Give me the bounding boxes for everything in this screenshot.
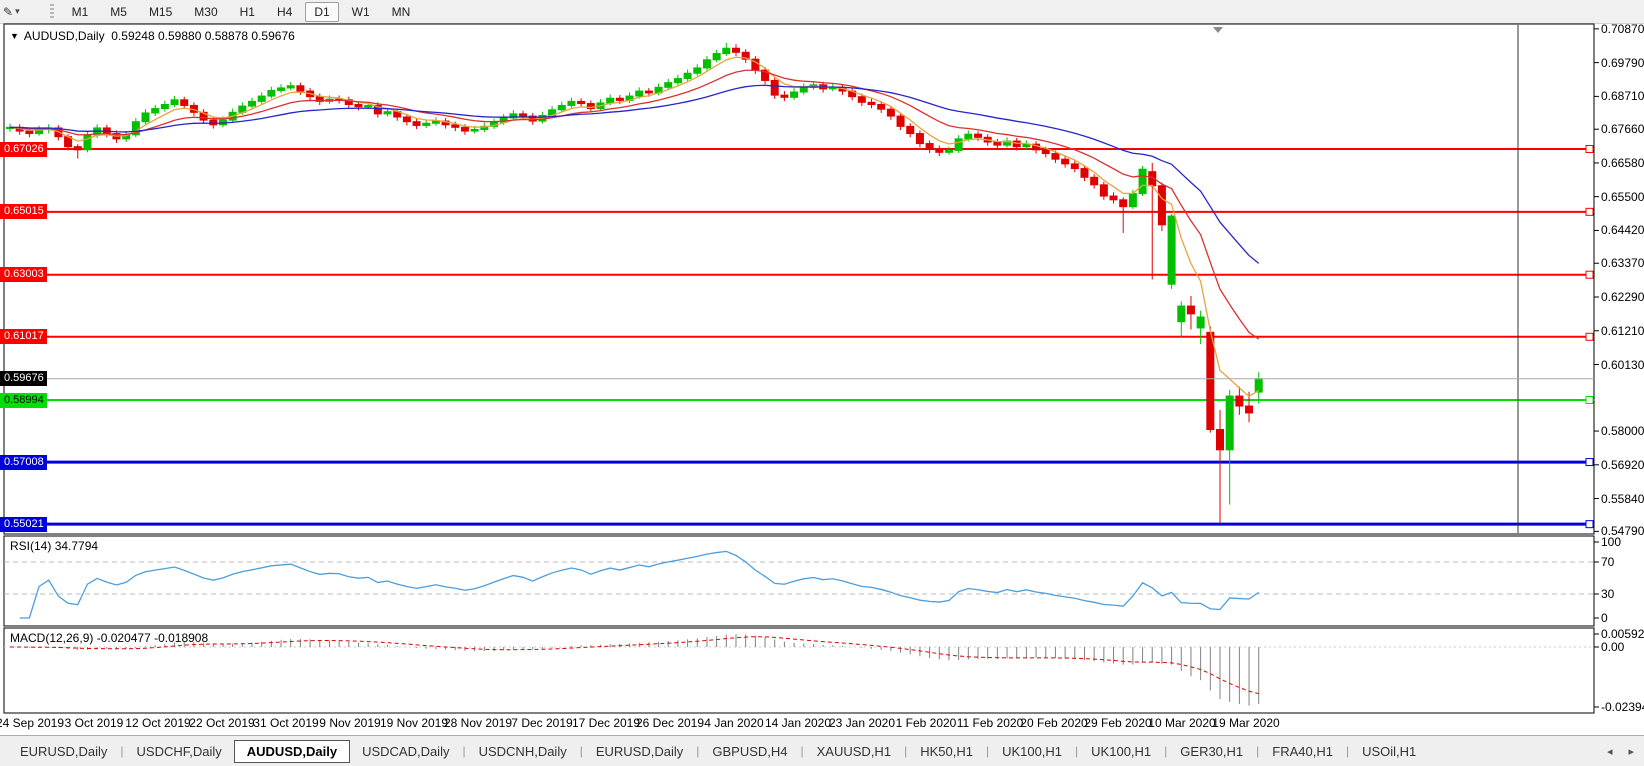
date-axis-label: 20 Feb 2020 [1020,716,1087,730]
price-tick-label: 0.70870 [1601,22,1644,36]
tab-usdchf-daily[interactable]: USDCHF,Daily [125,741,234,762]
current-price-box: 0.59676 [0,371,47,386]
macd-value: -0.020477 -0.018908 [97,631,208,645]
chart-symbol-label: AUDUSD,Daily [24,29,105,43]
level-price-box: 0.63003 [0,267,47,282]
tab-separator: | [1075,744,1078,758]
date-axis-label: 22 Oct 2019 [189,716,254,730]
macd-indicator-label: MACD(12,26,9) -0.020477 -0.018908 [10,631,208,645]
date-axis-label: 9 Nov 2019 [319,716,380,730]
rsi-tick-label: 70 [1601,555,1614,569]
tab-separator: | [120,744,123,758]
level-price-box: 0.55021 [0,517,47,532]
collapse-arrow-icon[interactable]: ▼ [10,31,19,41]
level-price-box: 0.61017 [0,329,47,344]
tab-usdcnh-daily[interactable]: USDCNH,Daily [467,741,579,762]
tab-separator: | [801,744,804,758]
date-axis-label: 23 Jan 2020 [829,716,895,730]
axis-labels-layer: 0.70870 0.69790 0.68710 0.67660 0.66580 0.655… [0,0,1644,766]
date-axis-label: 28 Nov 2019 [444,716,512,730]
price-tick-label: 0.64420 [1601,223,1644,237]
price-tick-label: 0.67660 [1601,122,1644,136]
price-tick-label: 0.63370 [1601,256,1644,270]
rsi-tick-label: 30 [1601,587,1614,601]
price-tick-label: 0.65500 [1601,190,1644,204]
date-axis-label: 10 Mar 2020 [1148,716,1215,730]
chart-tabs: EURUSD,Daily|USDCHF,DailyAUDUSD,DailyUSD… [8,740,1428,763]
date-axis-label: 17 Dec 2019 [572,716,640,730]
tab-usdcad-daily[interactable]: USDCAD,Daily [350,741,461,762]
rsi-tick-label: 100 [1601,535,1621,549]
price-tick-label: 0.61210 [1601,324,1644,338]
tab-separator: | [462,744,465,758]
price-tick-label: 0.62290 [1601,290,1644,304]
tab-hk50-h1[interactable]: HK50,H1 [908,741,985,762]
level-price-box: 0.57008 [0,455,47,470]
macd-tick-label: 0.005923 [1601,627,1644,641]
date-axis-label: 26 Dec 2019 [636,716,704,730]
tab-separator: | [904,744,907,758]
chart-ohlc-values: 0.59248 0.59880 0.58878 0.59676 [111,29,295,43]
date-axis-label: 29 Feb 2020 [1084,716,1151,730]
tab-usoil-h1[interactable]: USOil,H1 [1350,741,1428,762]
level-price-box: 0.58994 [0,393,47,408]
price-tick-label: 0.55840 [1601,492,1644,506]
date-axis-label: 11 Feb 2020 [957,716,1024,730]
tab-audusd-daily[interactable]: AUDUSD,Daily [234,740,350,763]
level-price-box: 0.67026 [0,142,47,157]
chart-tab-bar: EURUSD,Daily|USDCHF,DailyAUDUSD,DailyUSD… [0,735,1644,766]
tab-separator: | [696,744,699,758]
date-axis-label: 4 Jan 2020 [704,716,763,730]
chart-title: ▼ AUDUSD,Daily 0.59248 0.59880 0.58878 0.… [10,29,295,43]
date-axis-label: 3 Oct 2019 [65,716,124,730]
macd-tick-label: -0.023944 [1601,700,1644,714]
date-axis-label: 7 Dec 2019 [511,716,572,730]
price-tick-label: 0.68710 [1601,89,1644,103]
tab-eurusd-daily[interactable]: EURUSD,Daily [8,741,119,762]
date-axis-label: 19 Mar 2020 [1212,716,1279,730]
date-axis-label: 12 Oct 2019 [125,716,190,730]
level-price-box: 0.65015 [0,204,47,219]
rsi-indicator-label: RSI(14) 34.7794 [10,539,98,553]
tab-gbpusd-h4[interactable]: GBPUSD,H4 [700,741,799,762]
date-axis-label: 19 Nov 2019 [380,716,448,730]
price-tick-label: 0.60130 [1601,358,1644,372]
tab-separator: | [986,744,989,758]
tab-separator: | [1346,744,1349,758]
price-tick-label: 0.69790 [1601,56,1644,70]
price-tick-label: 0.56920 [1601,458,1644,472]
tab-separator: | [1164,744,1167,758]
tab-scroll-left-icon[interactable]: ◂ [1607,745,1613,758]
tab-ger30-h1[interactable]: GER30,H1 [1168,741,1255,762]
macd-tick-label: 0.00 [1601,640,1624,654]
tab-fra40-h1[interactable]: FRA40,H1 [1260,741,1345,762]
tab-uk100-h1[interactable]: UK100,H1 [1079,741,1163,762]
date-axis-label: 31 Oct 2019 [253,716,318,730]
mt4-window: ✎ ▾ M1M5M15M30H1H4D1W1MN 0.708700.697900… [0,0,1644,766]
date-axis-label: 24 Sep 2019 [0,716,64,730]
tab-separator: | [580,744,583,758]
macd-name: MACD(12,26,9) [10,631,93,645]
price-tick-label: 0.58000 [1601,424,1644,438]
tab-eurusd-daily[interactable]: EURUSD,Daily [584,741,695,762]
date-axis-label: 1 Feb 2020 [896,716,957,730]
tab-scroll-right-icon[interactable]: ▸ [1628,745,1634,758]
date-axis-label: 14 Jan 2020 [765,716,831,730]
tab-xauusd-h1[interactable]: XAUUSD,H1 [805,741,903,762]
rsi-name: RSI(14) [10,539,51,553]
tab-separator: | [1256,744,1259,758]
rsi-value: 34.7794 [55,539,98,553]
rsi-tick-label: 0 [1601,611,1608,625]
tab-uk100-h1[interactable]: UK100,H1 [990,741,1074,762]
price-tick-label: 0.66580 [1601,156,1644,170]
